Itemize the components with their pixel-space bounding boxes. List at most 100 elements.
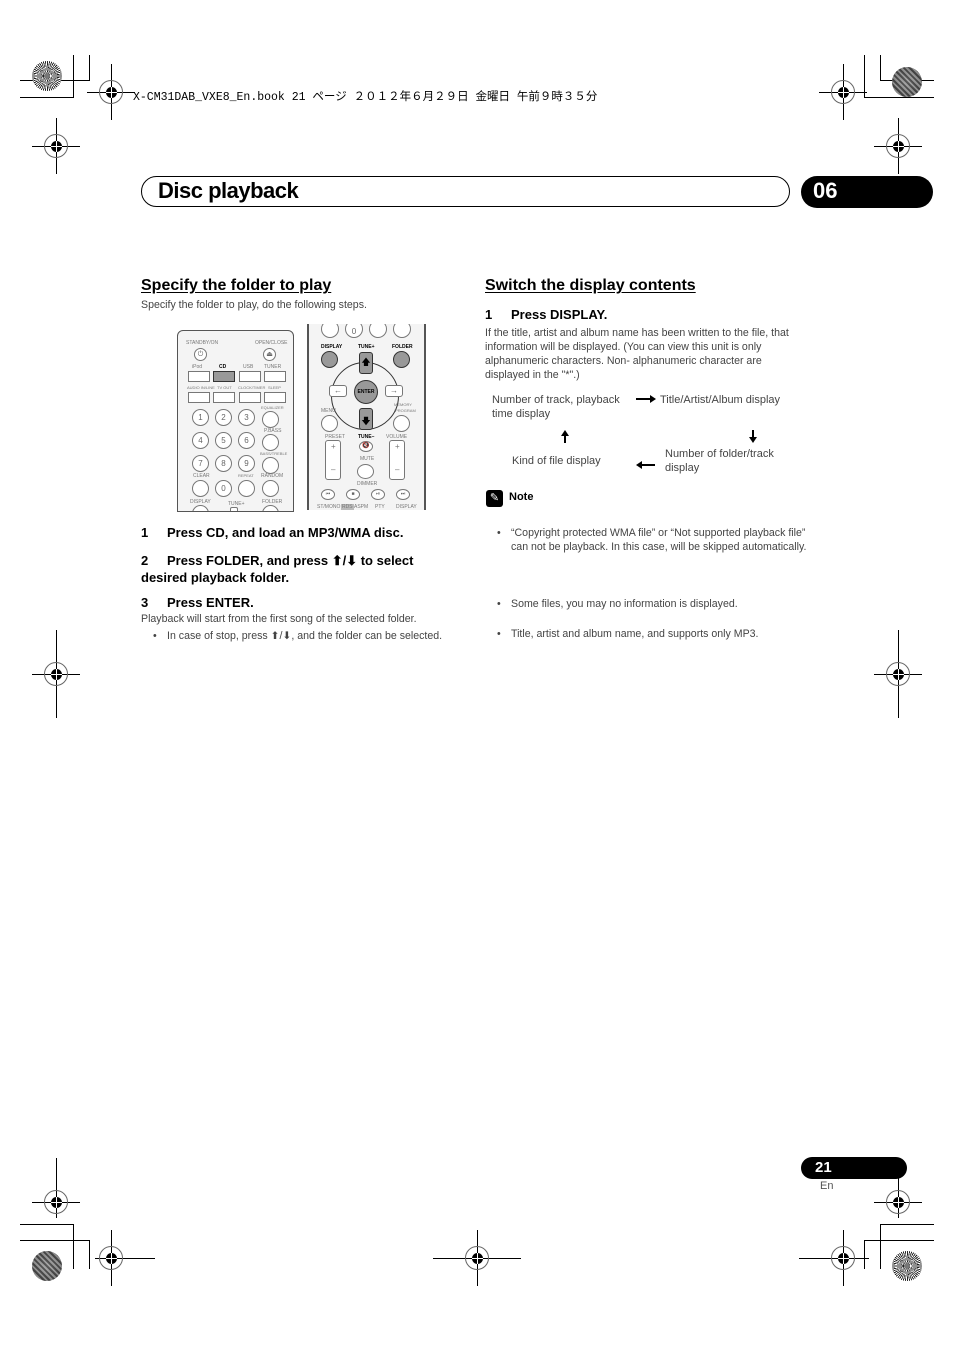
label-pbass: P.BASS	[264, 428, 282, 434]
folder-button	[262, 505, 279, 511]
crop-mark	[880, 55, 881, 81]
tune-plus-button	[230, 507, 238, 511]
step-3-bullet: In case of stop, press ⬆/⬇, and the fold…	[141, 629, 457, 643]
label-menu: MENU	[321, 408, 336, 414]
label-rds: RDS	[341, 504, 354, 510]
stop-button: ■	[346, 489, 360, 500]
pbass-button	[262, 434, 279, 451]
label-tuner: TUNER	[264, 364, 282, 370]
clear-button	[192, 480, 209, 497]
note-item: Some files, you may no information is di…	[485, 597, 817, 611]
flow-title-artist-album: Title/Artist/Album display	[660, 394, 781, 406]
arrow-right-icon	[636, 395, 656, 403]
flow-track-time: Number of track, playback time display	[492, 394, 620, 420]
arrow-left-icon	[636, 461, 655, 469]
crop-mark	[20, 1224, 73, 1225]
next-button: ⏭	[396, 489, 410, 500]
flow-folder-track: Number of folder/track display	[665, 448, 774, 474]
display-description: If the title, artist and album name has …	[485, 327, 789, 381]
random-button	[262, 480, 279, 497]
crop-mark	[880, 1224, 934, 1225]
chapter-number-tab: 06	[801, 176, 933, 208]
standby-button: ⏻	[194, 348, 207, 361]
label-equalizer: EQUALIZER	[261, 405, 284, 410]
label-usb: USB	[243, 364, 254, 370]
play-pause-button: ⏯	[371, 489, 385, 500]
label-open-close: OPEN/CLOSE	[255, 340, 288, 346]
clock-button	[239, 392, 261, 403]
label-tv-out: TV OUT	[217, 385, 232, 390]
digit-8-button: 8	[215, 455, 232, 472]
crop-mark	[20, 1240, 89, 1241]
digit-2-button: 2	[215, 409, 232, 426]
up-arrow-button: 🡅	[359, 352, 373, 374]
chapter-title: Disc playback	[158, 178, 299, 203]
chapter-title-bar: Disc playback	[141, 176, 790, 207]
dimmer-button	[357, 464, 374, 479]
label-cd: CD	[219, 364, 227, 370]
sleep-button	[264, 392, 286, 403]
equalizer-button	[262, 411, 279, 428]
crop-mark	[89, 55, 90, 81]
section-heading-display: Switch the display contents	[485, 277, 696, 294]
label-st-mono: ST/MONO	[317, 504, 341, 510]
top-button	[369, 324, 387, 338]
open-close-button: ⏏	[263, 348, 276, 361]
bass-treble-button	[262, 457, 279, 474]
label-standby: STANDBY/ON	[186, 340, 219, 346]
label-folder: FOLDER	[392, 344, 413, 350]
zero-button: 0	[345, 324, 363, 338]
remote-illustration-bottom: 0 DISPLAY TUNE+ FOLDER 🡅 🡇 ← → ENTER MEN…	[307, 324, 426, 510]
top-button	[321, 324, 339, 338]
step-3: 3 Press ENTER.	[141, 595, 254, 610]
display-button	[192, 505, 209, 511]
crop-mark	[864, 1240, 934, 1241]
top-button	[393, 324, 411, 338]
label-folder: FOLDER	[262, 499, 283, 505]
crop-mark	[20, 97, 73, 98]
usb-button	[239, 371, 261, 382]
note-title: Note	[509, 491, 534, 503]
note-item: Title, artist and album name, and suppor…	[485, 627, 817, 641]
registration-disc-icon	[892, 67, 922, 97]
registration-disc-icon	[892, 1251, 922, 1281]
label-repeat: REPEAT	[238, 473, 254, 478]
language-label: En	[820, 1180, 834, 1192]
memory-button	[393, 415, 410, 432]
crop-mark	[73, 1224, 74, 1269]
label-display: DISPLAY	[321, 344, 343, 350]
label-bass-treble: BASS/TREBLE	[260, 451, 288, 456]
label-audio-in: AUDIO IN/LINE	[187, 385, 215, 390]
label-clear: CLEAR	[193, 473, 210, 479]
menu-button	[321, 415, 338, 432]
right-arrow-button: →	[385, 385, 403, 397]
crop-mark	[864, 97, 934, 98]
volume-rocker: + –	[389, 440, 405, 480]
note-item: “Copyright protected WMA file” or “Not s…	[485, 526, 817, 554]
registration-disc-icon	[32, 61, 62, 91]
chapter-number: 06	[813, 178, 838, 203]
display-step-1: 1 Press DISPLAY.	[485, 307, 608, 322]
label-ipod: iPod	[192, 364, 203, 370]
label-tune-plus: TUNE+	[358, 344, 375, 350]
digit-6-button: 6	[238, 432, 255, 449]
label-pty: PTY	[375, 504, 385, 510]
pencil-note-icon: ✎	[486, 490, 503, 507]
step-1: 1 Press CD, and load an MP3/WMA disc.	[141, 525, 404, 540]
tv-out-button	[213, 392, 235, 403]
arrow-up-icon	[561, 430, 569, 443]
enter-button-highlight: ENTER	[354, 380, 378, 404]
step-3-description: Playback will start from the first song …	[141, 613, 417, 625]
label-tune-minus: TUNE–	[358, 434, 375, 440]
label-sleep: SLEEP	[268, 385, 281, 390]
section-intro: Specify the folder to play, do the follo…	[141, 299, 367, 311]
step-2: 2 Press FOLDER, and press ⬆/⬇ to select de…	[141, 553, 414, 585]
arrow-down-icon	[749, 430, 757, 443]
audio-in-button	[188, 392, 210, 403]
digit-7-button: 7	[192, 455, 209, 472]
digit-1-button: 1	[192, 409, 209, 426]
ipod-button	[188, 371, 210, 382]
label-aspm: ASPM	[354, 504, 369, 510]
digit-9-button: 9	[238, 455, 255, 472]
print-slug: X-CM31DAB_VXE8_En.book 21 ページ ２０１２年６月２９日…	[133, 91, 598, 104]
